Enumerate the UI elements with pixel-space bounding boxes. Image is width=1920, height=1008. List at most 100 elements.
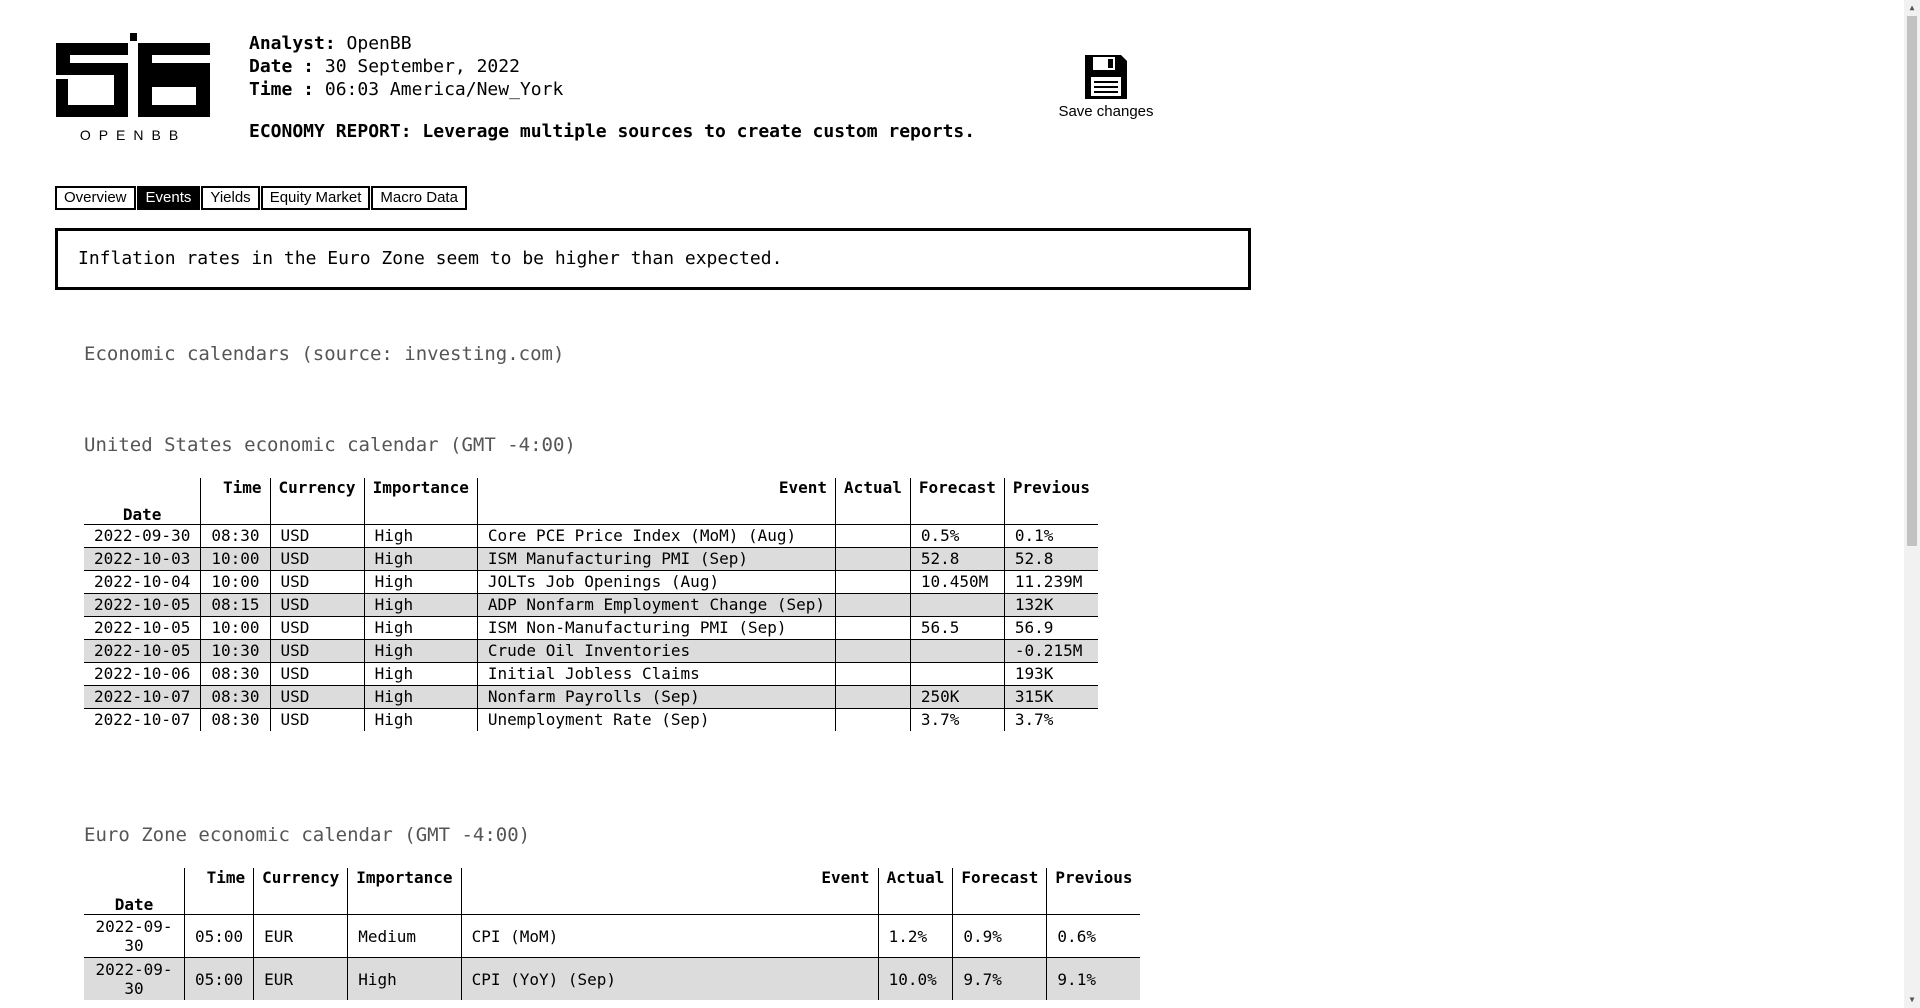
summary-textbox[interactable]: Inflation rates in the Euro Zone seem to… <box>55 228 1251 290</box>
table-header-row: Date Time Currency Importance Event Actu… <box>84 868 1141 915</box>
cell-actual <box>835 639 911 663</box>
col-header-forecast: Forecast <box>909 478 1005 525</box>
cell-date: 2022-10-07 <box>84 708 201 731</box>
cell-previous: 0.6% <box>1046 914 1141 958</box>
col-header-time: Time <box>200 478 270 525</box>
cell-date: 2022-10-04 <box>84 570 201 594</box>
cell-actual <box>835 593 911 617</box>
cell-event: ADP Nonfarm Employment Change (Sep) <box>476 593 836 617</box>
cell-importance: High <box>363 616 478 640</box>
eu-calendar-table: Date Time Currency Importance Event Actu… <box>84 868 1141 1000</box>
tab-overview[interactable]: Overview <box>55 186 136 210</box>
cell-date: 2022-10-07 <box>84 685 201 709</box>
save-changes-button[interactable]: Save changes <box>1055 53 1157 120</box>
cell-forecast <box>909 662 1005 686</box>
cell-importance: Medium <box>347 914 462 958</box>
cell-importance: High <box>363 570 478 594</box>
cell-actual <box>835 547 911 571</box>
cell-date: 2022-10-03 <box>84 547 201 571</box>
cell-currency: EUR <box>253 957 348 1000</box>
scroll-up-icon[interactable]: ▲ <box>1904 0 1920 16</box>
table-row: 2022-10-07 08:30 USD High Unemployment Rate … <box>84 708 1098 731</box>
cell-importance: High <box>363 524 478 548</box>
cell-actual <box>835 685 911 709</box>
vertical-scrollbar[interactable]: ▲ ▼ <box>1904 0 1920 1008</box>
cell-event: ISM Manufacturing PMI (Sep) <box>476 547 836 571</box>
eu-calendar-heading: Euro Zone economic calendar (GMT -4:00) <box>84 824 531 846</box>
cell-forecast: 3.7% <box>909 708 1005 731</box>
us-calendar-table: Date Time Currency Importance Event Actu… <box>84 478 1098 731</box>
tab-equity-market[interactable]: Equity Market <box>260 186 371 210</box>
tab-yields[interactable]: Yields <box>201 186 260 210</box>
table-row: 2022-10-03 10:00 USD High ISM Manufacturing … <box>84 547 1098 571</box>
cell-actual: 1.2% <box>877 914 953 958</box>
cell-time: 08:15 <box>200 593 270 617</box>
cell-event: Unemployment Rate (Sep) <box>476 708 836 731</box>
us-calendar-heading: United States economic calendar (GMT -4:… <box>84 434 576 456</box>
scrollbar-thumb[interactable] <box>1907 16 1917 546</box>
cell-time: 08:30 <box>200 662 270 686</box>
cell-currency: USD <box>269 708 365 731</box>
cell-importance: High <box>363 547 478 571</box>
analyst-line: Analyst: OpenBB <box>249 32 563 55</box>
cell-actual: 10.0% <box>877 957 953 1000</box>
cell-date: 2022-10-05 <box>84 639 201 663</box>
cell-forecast: 56.5 <box>909 616 1005 640</box>
cell-previous: 56.9 <box>1003 616 1098 640</box>
col-header-currency: Currency <box>269 478 365 525</box>
floppy-disk-icon <box>1085 55 1127 99</box>
scroll-down-icon[interactable]: ▼ <box>1904 992 1920 1008</box>
col-header-currency: Currency <box>253 868 348 915</box>
cell-previous: 193K <box>1003 662 1098 686</box>
cell-previous: 315K <box>1003 685 1098 709</box>
cell-currency: USD <box>269 616 365 640</box>
cell-forecast: 9.7% <box>952 957 1047 1000</box>
cell-currency: USD <box>269 685 365 709</box>
table-row: 2022-10-04 10:00 USD High JOLTs Job Openings… <box>84 570 1098 594</box>
table-row: 2022-09-30 05:00 EUR High CPI (YoY) (Sep) 10.… <box>84 957 1141 1000</box>
cell-previous: 3.7% <box>1003 708 1098 731</box>
cell-event: Core PCE Price Index (MoM) (Aug) <box>476 524 836 548</box>
cell-forecast: 0.9% <box>952 914 1047 958</box>
cell-currency: USD <box>269 524 365 548</box>
cell-forecast <box>909 593 1005 617</box>
time-value: 06:03 America/New_York <box>324 79 564 100</box>
cell-time: 08:30 <box>200 524 270 548</box>
cell-forecast: 10.450M <box>909 570 1005 594</box>
report-page: OPENBB Analyst: OpenBB Date : 30 Septemb… <box>0 0 1904 1008</box>
date-value: 30 September, 2022 <box>324 56 520 77</box>
cell-currency: USD <box>269 639 365 663</box>
cell-time: 08:30 <box>200 708 270 731</box>
cell-event: Nonfarm Payrolls (Sep) <box>476 685 836 709</box>
cell-actual <box>835 662 911 686</box>
tab-macro-data[interactable]: Macro Data <box>371 186 467 210</box>
col-header-actual: Actual <box>877 868 953 915</box>
cell-previous: 52.8 <box>1003 547 1098 571</box>
report-meta: Analyst: OpenBB Date : 30 September, 202… <box>249 32 563 101</box>
cell-forecast: 0.5% <box>909 524 1005 548</box>
date-label: Date : <box>249 56 315 77</box>
col-header-time: Time <box>183 868 254 915</box>
table-row: 2022-10-06 08:30 USD High Initial Jobless Cl… <box>84 662 1098 686</box>
cell-currency: USD <box>269 662 365 686</box>
cell-currency: USD <box>269 570 365 594</box>
col-header-date: Date <box>84 478 201 525</box>
analyst-label: Analyst: <box>249 33 336 54</box>
cell-time: 10:30 <box>200 639 270 663</box>
cell-event: Crude Oil Inventories <box>476 639 836 663</box>
tab-events[interactable]: Events <box>136 186 201 210</box>
openbb-logo: OPENBB <box>54 31 212 145</box>
analyst-value: OpenBB <box>346 33 412 54</box>
cell-previous: 0.1% <box>1003 524 1098 548</box>
cell-time: 05:00 <box>183 957 254 1000</box>
table-row: 2022-10-05 10:30 USD High Crude Oil Inventor… <box>84 639 1098 663</box>
time-line: Time : 06:03 America/New_York <box>249 78 563 101</box>
table-row: 2022-09-30 08:30 USD High Core PCE Price Ind… <box>84 524 1098 548</box>
cell-date: 2022-09-30 <box>95 917 173 955</box>
table-row: 2022-09-30 05:00 EUR Medium CPI (MoM) 1.2% 0.9… <box>84 914 1141 958</box>
logo-wordmark: OPENBB <box>79 127 187 143</box>
col-header-previous: Previous <box>1003 478 1098 525</box>
cell-previous: 9.1% <box>1046 957 1141 1000</box>
cell-event: JOLTs Job Openings (Aug) <box>476 570 836 594</box>
cell-currency: USD <box>269 547 365 571</box>
